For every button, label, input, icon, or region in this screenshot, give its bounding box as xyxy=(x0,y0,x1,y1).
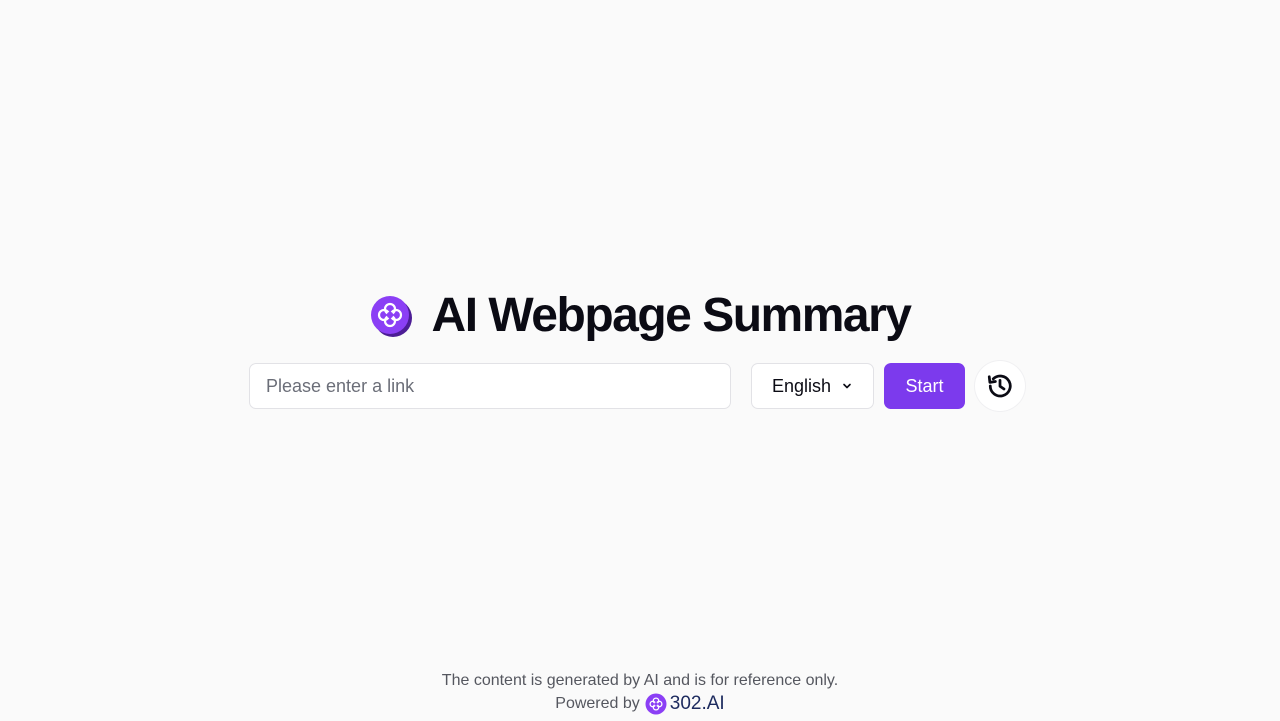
page-title: AI Webpage Summary xyxy=(431,289,912,342)
powered-by-label: Powered by xyxy=(555,695,640,712)
powered-by: Powered by 302.AI xyxy=(0,692,1280,716)
brand-logo-icon xyxy=(645,693,667,715)
header: AI Webpage Summary xyxy=(0,290,1280,342)
link-input[interactable] xyxy=(249,363,731,409)
history-icon xyxy=(987,374,1012,398)
language-select[interactable]: English xyxy=(751,363,874,409)
footer: The content is generated by AI and is fo… xyxy=(0,670,1280,716)
history-button[interactable] xyxy=(975,361,1025,411)
start-button[interactable]: Start xyxy=(884,363,965,409)
language-select-value: English xyxy=(771,375,832,396)
summary-form: English Start xyxy=(249,361,1025,411)
chevron-down-icon xyxy=(843,383,851,389)
ai-disclaimer: The content is generated by AI and is fo… xyxy=(441,672,839,689)
flower-logo-icon xyxy=(370,296,412,337)
brand-link[interactable]: 302.AI xyxy=(670,693,725,715)
page: AI Webpage Summary English Start The con… xyxy=(0,0,1280,721)
